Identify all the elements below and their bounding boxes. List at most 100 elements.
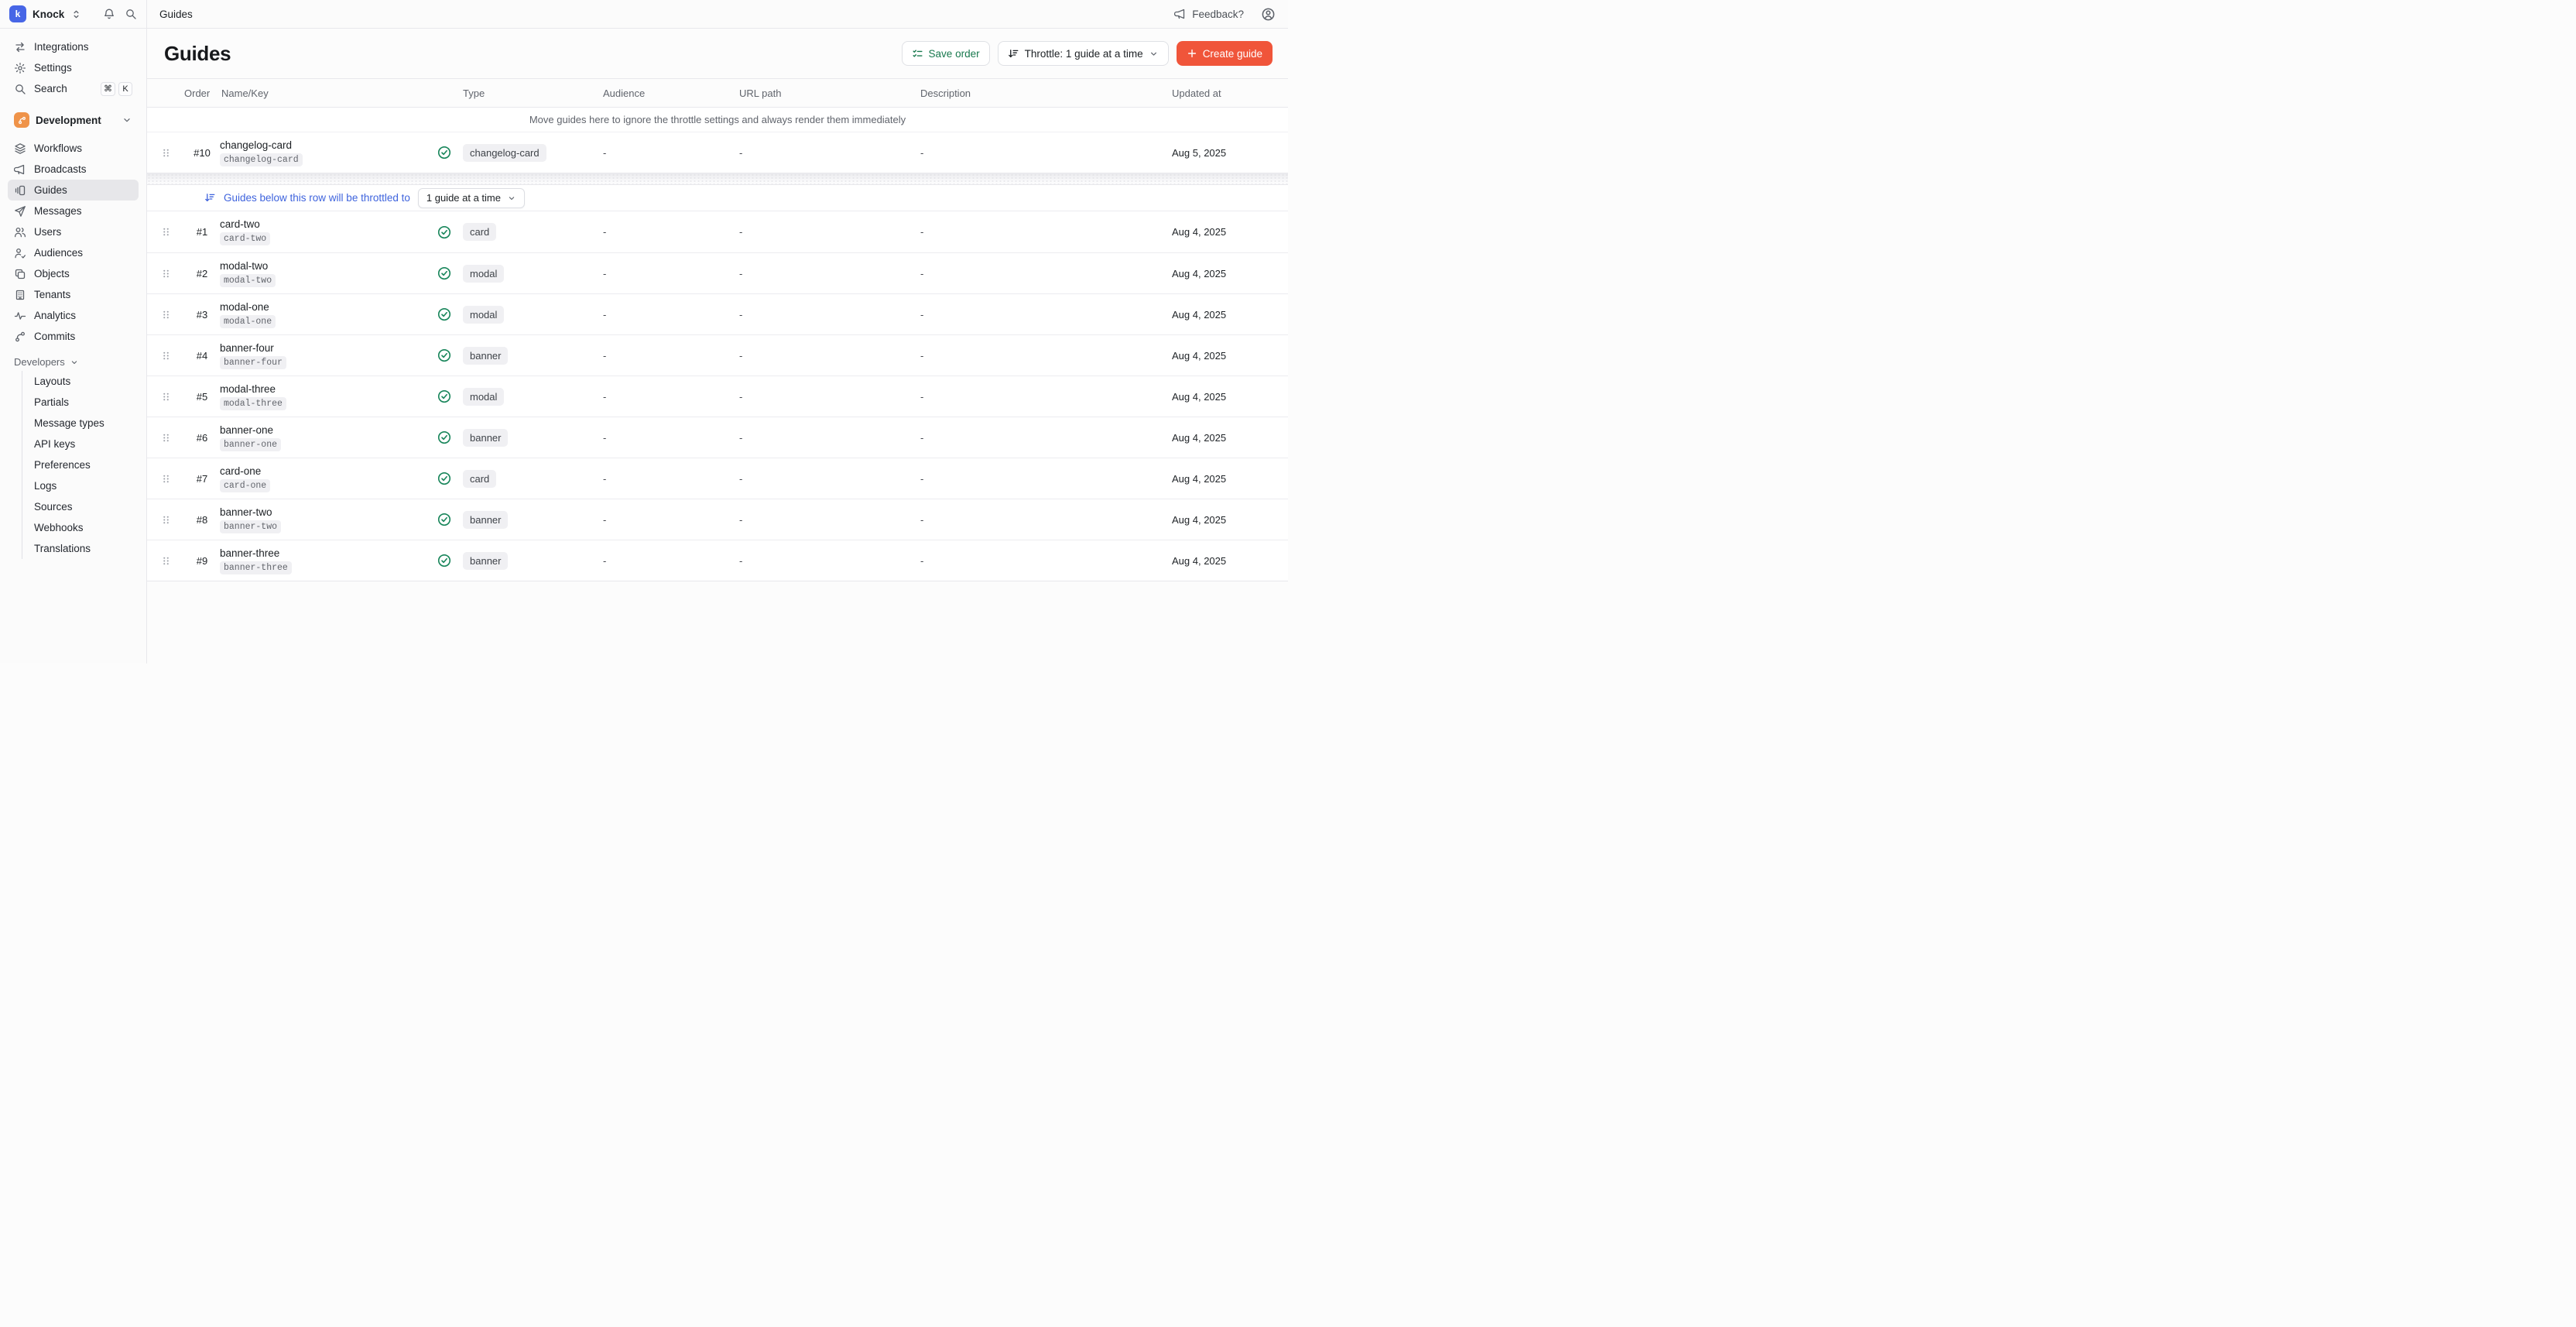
account-avatar-icon[interactable] xyxy=(1261,7,1276,22)
guides-icon xyxy=(14,184,26,197)
sidebar-item-workflows[interactable]: Workflows xyxy=(8,138,139,159)
sidebar-item-message-types[interactable]: Message types xyxy=(22,413,139,434)
caret-sort-icon[interactable] xyxy=(70,9,82,20)
guide-row[interactable]: #8 banner-two banner-two banner - - - Au… xyxy=(147,499,1288,540)
column-updated-at: Updated at xyxy=(1172,87,1288,99)
sidebar-item-partials[interactable]: Partials xyxy=(22,392,139,413)
developers-section-toggle[interactable]: Developers xyxy=(14,356,132,368)
guide-description: - xyxy=(920,309,1172,321)
sidebar-item-audiences[interactable]: Audiences xyxy=(8,242,139,263)
guide-name-key-cell: modal-two modal-two xyxy=(220,260,426,287)
guide-name: modal-one xyxy=(220,301,269,313)
guide-row[interactable]: #7 card-one card-one card - - - Aug 4, 2… xyxy=(147,458,1288,499)
guide-updated-at: Aug 4, 2025 xyxy=(1172,226,1288,238)
sidebar-item-layouts[interactable]: Layouts xyxy=(22,371,139,392)
sidebar-item-label: Tenants xyxy=(34,289,70,300)
guide-updated-at: Aug 4, 2025 xyxy=(1172,555,1288,567)
throttle-dropdown-button[interactable]: Throttle: 1 guide at a time xyxy=(998,41,1169,66)
page-title: Guides xyxy=(164,42,231,66)
drag-handle-icon[interactable] xyxy=(160,432,172,444)
sidebar-item-broadcasts[interactable]: Broadcasts xyxy=(8,159,139,180)
sidebar-item-analytics[interactable]: Analytics xyxy=(8,305,139,326)
guide-order: #10 xyxy=(184,147,220,159)
sidebar-item-api-keys[interactable]: API keys xyxy=(22,434,139,454)
column-description: Description xyxy=(920,87,1172,99)
guide-audience: - xyxy=(603,147,739,159)
guide-name: banner-four xyxy=(220,342,274,354)
guide-type-badge: banner xyxy=(463,429,508,447)
sidebar-item-messages[interactable]: Messages xyxy=(8,201,139,221)
guide-order: #4 xyxy=(184,350,220,362)
guide-url-path: - xyxy=(739,309,920,321)
guide-row[interactable]: #1 card-two card-two card - - - Aug 4, 2… xyxy=(147,211,1288,252)
broadcasts-icon xyxy=(14,163,26,176)
guide-description: - xyxy=(920,473,1172,485)
sidebar-item-translations[interactable]: Translations xyxy=(22,538,139,559)
page-header: Guides Save order Throttle: 1 guide at a… xyxy=(147,29,1288,78)
bell-icon[interactable] xyxy=(103,8,115,20)
throttled-guides-section: Guides below this row will be throttled … xyxy=(147,184,1288,581)
guide-audience: - xyxy=(603,432,739,444)
sidebar-item-settings[interactable]: Settings xyxy=(8,57,139,78)
sidebar-item-logs[interactable]: Logs xyxy=(22,475,139,496)
guide-url-path: - xyxy=(739,268,920,279)
sidebar-item-objects[interactable]: Objects xyxy=(8,263,139,284)
save-order-button[interactable]: Save order xyxy=(902,41,990,66)
chevron-down-icon xyxy=(122,115,132,125)
messages-icon xyxy=(14,205,26,218)
guide-row[interactable]: #10 changelog-card changelog-card change… xyxy=(147,132,1288,173)
sidebar-item-integrations[interactable]: Integrations xyxy=(8,36,139,57)
guide-row[interactable]: #9 banner-three banner-three banner - - … xyxy=(147,540,1288,581)
drag-handle-icon[interactable] xyxy=(160,147,172,159)
sidebar-item-sources[interactable]: Sources xyxy=(22,496,139,517)
guide-row[interactable]: #5 modal-three modal-three modal - - - A… xyxy=(147,375,1288,417)
guide-name: card-two xyxy=(220,218,260,230)
sidebar-item-commits[interactable]: Commits xyxy=(8,326,139,347)
guide-name: banner-one xyxy=(220,424,273,436)
environment-switcher[interactable]: Development xyxy=(8,108,139,132)
check-circle-icon xyxy=(437,266,452,281)
logo-letter: k xyxy=(15,9,21,19)
guide-name-key-cell: changelog-card changelog-card xyxy=(220,139,426,166)
guide-audience: - xyxy=(603,391,739,403)
guide-row[interactable]: #2 modal-two modal-two modal - - - Aug 4… xyxy=(147,252,1288,293)
guide-row[interactable]: #3 modal-one modal-one modal - - - Aug 4… xyxy=(147,293,1288,334)
guide-row[interactable]: #6 banner-one banner-one banner - - - Au… xyxy=(147,417,1288,458)
sidebar-item-webhooks[interactable]: Webhooks xyxy=(22,517,139,538)
guide-order: #3 xyxy=(184,309,220,321)
drag-handle-icon[interactable] xyxy=(160,350,172,362)
sidebar-item-label: Search xyxy=(34,83,67,94)
guide-key: banner-one xyxy=(220,438,281,451)
guide-name: changelog-card xyxy=(220,139,292,151)
sidebar-item-label: Guides xyxy=(34,184,67,196)
guide-audience: - xyxy=(603,226,739,238)
sidebar-item-label: Commits xyxy=(34,331,75,342)
sidebar-item-tenants[interactable]: Tenants xyxy=(8,284,139,305)
drag-handle-icon[interactable] xyxy=(160,268,172,279)
guide-url-path: - xyxy=(739,473,920,485)
feedback-button[interactable]: Feedback? xyxy=(1170,7,1249,21)
guide-key: card-two xyxy=(220,232,270,245)
search-icon[interactable] xyxy=(125,8,137,20)
drag-handle-icon[interactable] xyxy=(160,309,172,321)
guide-row[interactable]: #4 banner-four banner-four banner - - - … xyxy=(147,334,1288,375)
sidebar-item-search[interactable]: Search ⌘K xyxy=(8,78,139,99)
guide-order: #6 xyxy=(184,432,220,444)
guide-description: - xyxy=(920,432,1172,444)
sidebar-item-guides[interactable]: Guides xyxy=(8,180,139,201)
drag-handle-icon[interactable] xyxy=(160,226,172,238)
drag-handle-icon[interactable] xyxy=(160,391,172,403)
sidebar-item-preferences[interactable]: Preferences xyxy=(22,454,139,475)
drag-handle-icon[interactable] xyxy=(160,514,172,526)
drag-handle-icon[interactable] xyxy=(160,555,172,567)
workspace-switcher[interactable]: k Knock xyxy=(0,0,147,28)
drag-handle-icon[interactable] xyxy=(160,473,172,485)
check-circle-icon xyxy=(437,225,452,240)
create-guide-button[interactable]: Create guide xyxy=(1177,41,1273,66)
check-circle-icon xyxy=(437,145,452,160)
sidebar-item-users[interactable]: Users xyxy=(8,221,139,242)
section-gap xyxy=(147,173,1288,184)
sidebar-item-label: Messages xyxy=(34,205,82,217)
guide-name: card-one xyxy=(220,465,261,477)
throttle-amount-select[interactable]: 1 guide at a time xyxy=(418,188,525,208)
